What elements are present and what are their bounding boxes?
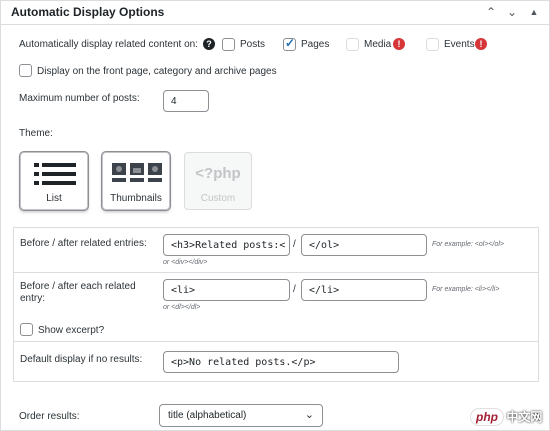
- entries-separator: /: [293, 239, 296, 250]
- max-posts-input[interactable]: 4: [163, 90, 209, 112]
- each-entry-separator: /: [293, 284, 296, 295]
- collapse-toggle-icon[interactable]: ▲: [526, 4, 542, 20]
- each-entry-before-input[interactable]: <li>: [163, 279, 290, 301]
- front-page-label: Display on the front page, category and …: [37, 66, 277, 77]
- move-down-icon[interactable]: ⌄: [504, 4, 520, 20]
- order-results-label: Order results:: [19, 411, 80, 422]
- entries-after-value: </ol>: [309, 239, 340, 251]
- entries-before-input[interactable]: <h3>Related posts:<: [163, 234, 290, 256]
- events-label: Events: [444, 39, 475, 50]
- pages-checkbox[interactable]: [283, 36, 296, 51]
- events-checkbox: [426, 38, 439, 51]
- media-label: Media: [364, 39, 392, 50]
- media-checkbox: [346, 38, 359, 51]
- thumbnails-icon: [112, 163, 162, 182]
- no-results-value: <p>No related posts.</p>: [171, 356, 316, 368]
- each-entry-label: Before / after each related entry:: [20, 281, 136, 304]
- posts-label: Posts: [240, 39, 266, 50]
- theme-list-label: List: [46, 193, 62, 204]
- theme-custom-button: <?php Custom: [184, 152, 252, 210]
- each-entry-after-input[interactable]: </li>: [301, 279, 427, 301]
- php-code-icon: <?php: [195, 165, 241, 182]
- display-on-label: Automatically display related content on…: [19, 39, 198, 50]
- panel-title: Automatic Display Options: [11, 5, 165, 19]
- divider: [14, 272, 538, 273]
- entries-after-input[interactable]: </ol>: [301, 234, 427, 256]
- max-posts-value: 4: [171, 95, 177, 107]
- order-results-value: title (alphabetical): [168, 410, 247, 421]
- chevron-down-icon: ⌄: [304, 409, 314, 421]
- entries-before-value: <h3>Related posts:<: [171, 239, 286, 251]
- pages-label: Pages: [301, 39, 330, 50]
- events-warning-icon[interactable]: !: [475, 38, 487, 50]
- php-cn-watermark: php 中文网: [471, 408, 542, 425]
- entries-label: Before / after related entries:: [20, 238, 147, 249]
- no-results-input[interactable]: <p>No related posts.</p>: [163, 351, 399, 373]
- show-excerpt-checkbox[interactable]: [20, 323, 33, 336]
- theme-list-button[interactable]: List: [20, 152, 88, 210]
- theme-thumbnails-label: Thumbnails: [110, 193, 162, 204]
- html-markup-box: Before / after related entries: <h3>Rela…: [13, 227, 539, 382]
- entries-example-hint: For example: <ol></ol>: [432, 241, 504, 248]
- automatic-display-panel: Automatic Display Options ⌃ ⌄ ▲ Automati…: [0, 0, 550, 431]
- theme-thumbnails-button[interactable]: Thumbnails: [102, 152, 170, 210]
- each-entry-example-hint: For example: <li></li>: [432, 286, 500, 293]
- theme-custom-label: Custom: [200, 193, 236, 204]
- show-excerpt-label: Show excerpt?: [38, 325, 105, 336]
- max-posts-label: Maximum number of posts:: [19, 93, 140, 104]
- divider: [14, 341, 538, 342]
- theme-label: Theme:: [19, 128, 53, 139]
- entries-alt-hint: or <div></div>: [163, 259, 208, 266]
- move-up-icon[interactable]: ⌃: [483, 4, 499, 20]
- each-entry-before-value: <li>: [171, 284, 196, 296]
- posts-checkbox[interactable]: [222, 38, 235, 51]
- each-entry-alt-hint: or <dl></dl>: [163, 304, 201, 311]
- site-name: 中文网: [506, 410, 543, 424]
- front-page-checkbox[interactable]: [19, 64, 32, 77]
- php-logo: php: [471, 409, 503, 425]
- order-results-select[interactable]: title (alphabetical) ⌄: [159, 404, 323, 427]
- no-results-label: Default display if no results:: [20, 354, 143, 365]
- panel-header: Automatic Display Options ⌃ ⌄ ▲: [1, 1, 549, 25]
- media-warning-icon[interactable]: !: [393, 38, 405, 50]
- each-entry-after-value: </li>: [309, 284, 340, 296]
- help-icon[interactable]: ?: [203, 38, 215, 50]
- list-icon: [34, 163, 76, 185]
